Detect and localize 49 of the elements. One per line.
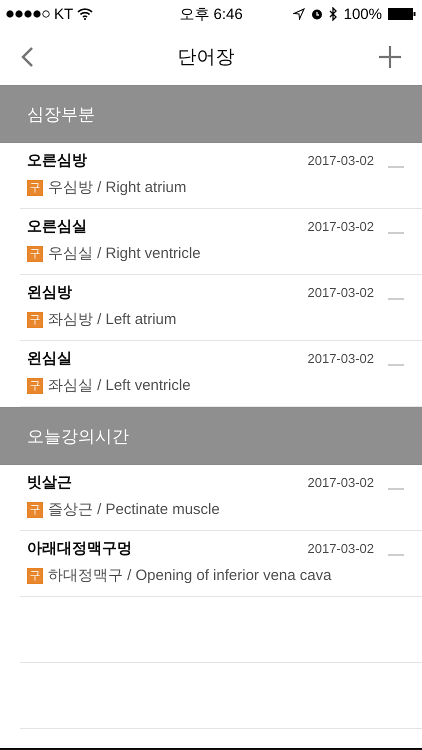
word-row[interactable]: 빗살근 구 즐상근 / Pectinate muscle 2017-03-02 (20, 465, 422, 531)
clock-time: 오후 6:46 (179, 4, 243, 24)
bluetooth-icon (328, 7, 338, 21)
minus-icon[interactable] (388, 166, 404, 168)
location-icon (292, 8, 305, 20)
type-tag: 구 (27, 180, 43, 196)
type-tag: 구 (27, 378, 43, 394)
type-tag: 구 (27, 502, 43, 518)
word-row[interactable]: 오른심방 구 우심방 / Right atrium 2017-03-02 (20, 143, 422, 209)
carrier-name: KT (54, 6, 74, 22)
type-tag: 구 (27, 246, 43, 262)
minus-icon[interactable] (388, 298, 404, 300)
date-label: 2017-03-02 (308, 541, 374, 558)
word-title: 왼심실 (27, 349, 73, 369)
wifi-icon (77, 8, 94, 20)
word-title: 왼심방 (27, 283, 73, 303)
word-row[interactable]: 오른심실 구 우심실 / Right ventricle 2017-03-02 (20, 209, 422, 275)
word-meaning: 좌심실 / Left ventricle (48, 376, 191, 395)
word-meaning: 하대정맥구 / Opening of inferior vena cava (48, 566, 332, 585)
date-label: 2017-03-02 (308, 153, 374, 170)
date-label: 2017-03-02 (308, 285, 374, 302)
minus-icon[interactable] (388, 554, 404, 556)
minus-icon[interactable] (388, 232, 404, 234)
section-header: 오늘강의시간 (0, 407, 422, 465)
word-title: 아래대정맥구멍 (27, 539, 133, 559)
word-row[interactable]: 왼심방 구 좌심방 / Left atrium 2017-03-02 (20, 275, 422, 341)
battery-percent: 100% (344, 6, 382, 22)
word-meaning: 우심실 / Right ventricle (48, 244, 201, 263)
word-title: 오른심방 (27, 151, 88, 171)
screen-title: 단어장 (178, 46, 234, 70)
type-tag: 구 (27, 568, 43, 584)
alarm-icon (310, 8, 323, 20)
minus-icon[interactable] (388, 488, 404, 490)
add-button[interactable] (378, 44, 402, 68)
word-title: 오른심실 (27, 217, 88, 237)
back-button[interactable] (20, 46, 34, 68)
battery-icon (388, 8, 416, 20)
word-meaning: 좌심방 / Left atrium (48, 310, 176, 329)
word-meaning: 즐상근 / Pectinate muscle (48, 500, 220, 519)
section-header: 심장부분 (0, 85, 422, 143)
date-label: 2017-03-02 (308, 219, 374, 236)
word-meaning: 우심방 / Right atrium (48, 178, 186, 197)
word-title: 빗살근 (27, 473, 73, 493)
date-label: 2017-03-02 (308, 351, 374, 368)
word-row[interactable]: 아래대정맥구멍 구 하대정맥구 / Opening of inferior vena cava 2017-03-02 (20, 531, 422, 597)
type-tag: 구 (27, 312, 43, 328)
date-label: 2017-03-02 (308, 475, 374, 492)
signal-icon (6, 10, 50, 18)
minus-icon[interactable] (388, 364, 404, 366)
